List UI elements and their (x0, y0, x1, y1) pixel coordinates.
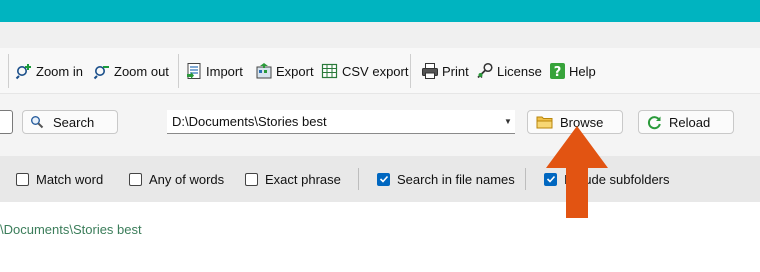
search-button[interactable]: Search (22, 110, 118, 134)
checkmark-icon (379, 175, 388, 183)
toolbar-separator (178, 54, 179, 88)
checkbox-box[interactable] (245, 172, 258, 186)
options-separator (525, 168, 526, 190)
printer-icon (422, 63, 438, 79)
import-label: Import (206, 63, 243, 79)
search-options-bar: Match word Any of words Exact phrase Sea… (0, 156, 760, 202)
menu-band (0, 22, 760, 48)
zoom-out-label: Zoom out (114, 63, 169, 79)
exact-phrase-checkbox[interactable]: Exact phrase (245, 156, 341, 202)
folder-path-combobox[interactable]: D:\Documents\Stories best ▼ (167, 110, 515, 134)
zoom-in-button[interactable]: Zoom in (15, 48, 83, 94)
zoom-in-label: Zoom in (36, 63, 83, 79)
help-label: Help (569, 63, 596, 79)
any-of-words-label: Any of words (149, 171, 225, 187)
csv-export-button[interactable]: CSV export (321, 48, 408, 94)
match-word-label: Match word (36, 171, 104, 187)
search-in-file-names-label: Search in file names (397, 171, 515, 187)
license-label: License (497, 63, 542, 79)
toolbar-separator (410, 54, 411, 88)
options-separator (358, 168, 359, 190)
search-icon (23, 115, 51, 129)
arrow-up-icon (546, 126, 608, 218)
csv-export-label: CSV export (342, 63, 409, 79)
search-text-input[interactable] (0, 110, 13, 134)
help-button[interactable]: ? Help (549, 48, 596, 94)
toolbar-separator (8, 54, 9, 88)
checkbox-box[interactable] (377, 172, 390, 186)
chevron-down-icon[interactable]: ▼ (501, 117, 515, 126)
reload-button-label: Reload (669, 114, 711, 130)
checkbox-box[interactable] (129, 172, 142, 186)
svg-text:?: ? (554, 65, 562, 80)
title-bar (0, 0, 760, 22)
export-label: Export (276, 63, 314, 79)
result-folder-path[interactable]: \Documents\Stories best (0, 222, 142, 237)
refresh-icon (639, 115, 669, 130)
zoom-out-button[interactable]: Zoom out (93, 48, 169, 94)
reload-button[interactable]: Reload (638, 110, 734, 134)
toolbar: Zoom in Zoom out Import Export CSV expor… (0, 48, 760, 94)
help-icon: ? (550, 63, 565, 80)
import-button[interactable]: Import (186, 48, 243, 94)
search-button-label: Search (53, 114, 95, 130)
any-of-words-checkbox[interactable]: Any of words (129, 156, 224, 202)
license-button[interactable]: License (476, 48, 542, 94)
checkbox-box[interactable] (16, 172, 29, 186)
export-icon (256, 63, 272, 79)
search-in-file-names-checkbox[interactable]: Search in file names (377, 156, 515, 202)
print-label: Print (442, 63, 469, 79)
export-button[interactable]: Export (255, 48, 314, 94)
zoom-out-icon (93, 66, 109, 80)
key-icon (477, 62, 493, 79)
exact-phrase-label: Exact phrase (265, 171, 341, 187)
print-button[interactable]: Print (421, 48, 469, 94)
csv-export-icon (321, 63, 338, 79)
match-word-checkbox[interactable]: Match word (16, 156, 103, 202)
folder-path-value: D:\Documents\Stories best (172, 114, 327, 129)
zoom-in-icon (15, 64, 31, 80)
import-icon (187, 63, 201, 79)
